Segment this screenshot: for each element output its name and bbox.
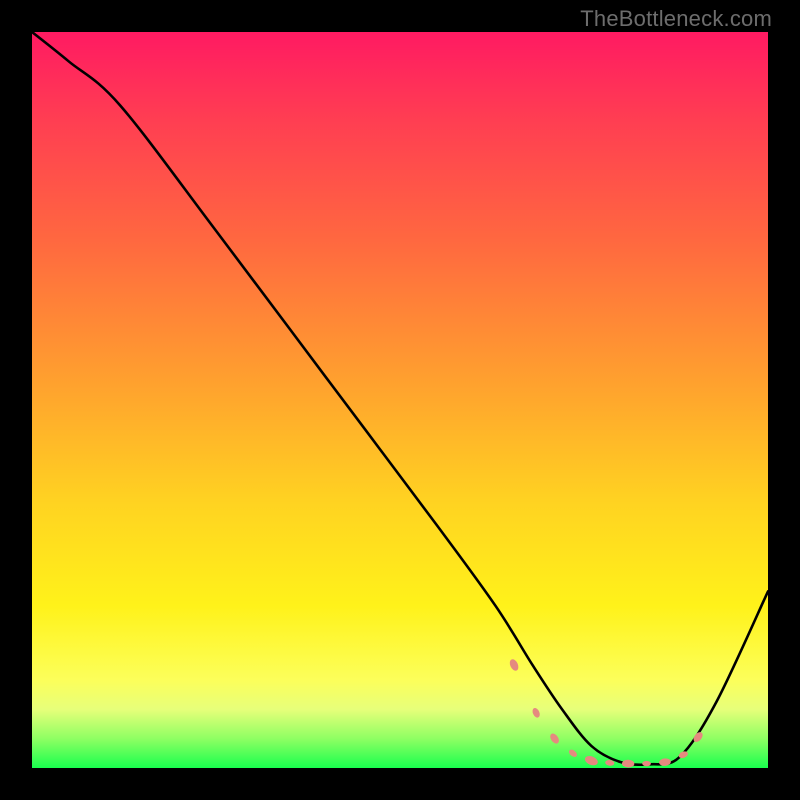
curve-layer [32,32,768,768]
chart-stage: TheBottleneck.com [0,0,800,800]
sweet-spot-dot [531,707,541,719]
sweet-spot-dot [508,658,520,672]
sweet-spot-dot [548,732,560,745]
sweet-spot-dot [568,748,579,758]
sweet-spot-dot [642,761,651,766]
sweet-spot-dot [622,759,635,767]
watermark-text: TheBottleneck.com [580,6,772,32]
plot-area [30,30,770,770]
bottleneck-curve [32,32,768,765]
sweet-spot-dot [584,754,600,767]
